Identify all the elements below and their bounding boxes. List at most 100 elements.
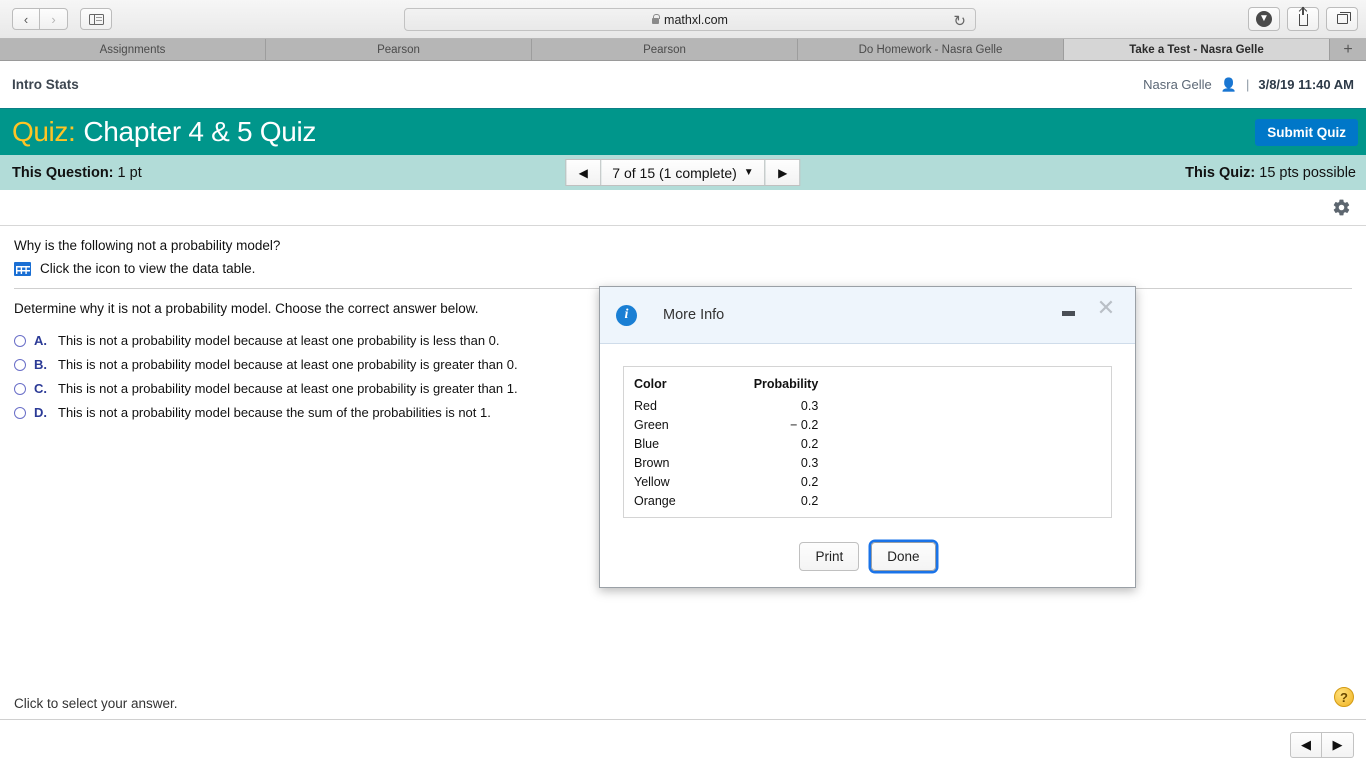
cell-probability-brown: 0.3	[800, 455, 819, 470]
quiz-title: Chapter 4 & 5 Quiz	[83, 116, 317, 147]
share-button[interactable]	[1287, 7, 1319, 31]
cell-probability-yellow: 0.2	[800, 474, 819, 489]
probability-table-container: Color Probability Red 0.3 Green − 0.2 Bl…	[623, 366, 1112, 518]
caret-down-icon: ▼	[743, 167, 754, 178]
table-row: Brown 0.3	[634, 453, 818, 472]
column-header-color: Color	[634, 377, 667, 391]
browser-tab-pearson-2[interactable]: Pearson	[532, 39, 798, 60]
quiz-status-bar: This Question: 1 pt ◀ 7 of 15 (1 complet…	[0, 155, 1366, 190]
sidebar-toggle-button[interactable]	[80, 8, 112, 30]
quiz-title-bar: Quiz: Chapter 4 & 5 Quiz Submit Quiz	[0, 108, 1366, 155]
cell-probability-green: − 0.2	[790, 417, 819, 432]
dialog-header: i More Info ✕	[600, 287, 1135, 344]
cell-color-green: Green	[634, 417, 669, 432]
browser-tab-pearson-1[interactable]: Pearson	[266, 39, 532, 60]
bottom-next-button[interactable]: ▶	[1322, 732, 1354, 758]
choice-text-d: This is not a probability model because …	[58, 405, 491, 420]
radio-button-b[interactable]	[14, 358, 26, 371]
choice-letter-d: D.	[34, 405, 47, 420]
table-header-row: Color Probability	[634, 377, 818, 396]
table-row: Yellow 0.2	[634, 472, 818, 491]
browser-tab-take-a-test[interactable]: Take a Test - Nasra Gelle	[1064, 39, 1330, 60]
print-button[interactable]: Print	[799, 541, 860, 571]
this-question-label: This Question:	[12, 164, 114, 181]
course-title: Intro Stats	[12, 77, 79, 92]
forward-button[interactable]: ›	[40, 8, 68, 30]
bottom-navigation: ◀ ▶	[1290, 732, 1354, 758]
cell-color-orange: Orange	[634, 493, 676, 508]
minimize-icon[interactable]	[1062, 311, 1075, 316]
choice-letter-a: A.	[34, 333, 47, 348]
previous-question-button[interactable]: ◀	[565, 159, 602, 186]
cell-color-yellow: Yellow	[634, 474, 670, 489]
cell-color-brown: Brown	[634, 455, 670, 470]
quiz-prefix-label: Quiz:	[12, 116, 76, 147]
question-mark-icon[interactable]: ?	[1334, 687, 1354, 707]
this-quiz-value: 15 pts possible	[1259, 164, 1356, 181]
cell-color-red: Red	[634, 398, 657, 413]
gear-icon[interactable]	[1330, 196, 1352, 218]
close-icon[interactable]: ✕	[1095, 297, 1117, 320]
this-quiz-info: This Quiz: 15 pts possible	[1185, 165, 1356, 181]
table-row: Blue 0.2	[634, 434, 818, 453]
browser-nav-group: ‹ ›	[12, 8, 68, 30]
bottom-previous-button[interactable]: ◀	[1290, 732, 1322, 758]
submit-quiz-button[interactable]: Submit Quiz	[1255, 119, 1358, 146]
cell-probability-blue: 0.2	[800, 436, 819, 451]
cell-color-blue: Blue	[634, 436, 660, 451]
person-icon: 👤	[1220, 76, 1237, 92]
choice-text-b: This is not a probability model because …	[58, 357, 518, 372]
address-bar[interactable]: mathxl.com ↻	[404, 8, 976, 31]
more-info-dialog: i More Info ✕ Color Probability Red 0.3	[599, 286, 1136, 588]
tab-strip: Assignments Pearson Pearson Do Homework …	[0, 39, 1366, 61]
user-name[interactable]: Nasra Gelle	[1143, 77, 1212, 92]
status-bar: Click to select your answer. ?	[0, 687, 1366, 720]
done-button[interactable]: Done	[871, 541, 936, 571]
radio-button-a[interactable]	[14, 334, 26, 347]
sidebar-toggle-icon	[88, 13, 104, 25]
download-icon: ▼	[1256, 11, 1272, 27]
share-icon	[1298, 7, 1308, 26]
radio-button-d[interactable]	[14, 406, 26, 419]
header-user-area: Nasra Gelle 👤 | 3/8/19 11:40 AM	[1143, 61, 1354, 108]
choice-text-c: This is not a probability model because …	[58, 381, 518, 396]
dialog-footer: Print Done	[600, 525, 1135, 587]
back-button[interactable]: ‹	[12, 8, 40, 30]
column-header-probability: Probability	[753, 377, 819, 391]
probability-table: Color Probability Red 0.3 Green − 0.2 Bl…	[634, 377, 818, 510]
show-tabs-icon	[1336, 11, 1351, 24]
page-header: Intro Stats Nasra Gelle 👤 | 3/8/19 11:40…	[0, 61, 1366, 108]
choice-letter-b: B.	[34, 357, 47, 372]
table-row: Red 0.3	[634, 396, 818, 415]
question-toolbar	[0, 190, 1366, 226]
data-table-icon[interactable]	[14, 261, 31, 276]
data-table-link-row: Click the icon to view the data table.	[14, 261, 1352, 276]
new-tab-button[interactable]: +	[1330, 39, 1366, 60]
question-selector-dropdown[interactable]: 7 of 15 (1 complete) ▼	[601, 159, 765, 186]
question-selector-label: 7 of 15 (1 complete)	[612, 164, 737, 181]
this-question-info: This Question: 1 pt	[12, 165, 142, 181]
next-question-button[interactable]: ▶	[764, 159, 801, 186]
header-datetime: 3/8/19 11:40 AM	[1258, 77, 1354, 92]
question-stem: Why is the following not a probability m…	[14, 238, 281, 253]
info-icon: i	[616, 304, 637, 326]
table-row: Green − 0.2	[634, 415, 818, 434]
browser-tab-do-homework[interactable]: Do Homework - Nasra Gelle	[798, 39, 1064, 60]
show-tabs-button[interactable]	[1326, 7, 1358, 31]
cell-probability-red: 0.3	[800, 398, 819, 413]
question-navigator: ◀ 7 of 15 (1 complete) ▼ ▶	[565, 159, 801, 186]
lock-icon	[652, 13, 660, 24]
browser-tab-assignments[interactable]: Assignments	[0, 39, 266, 60]
status-text: Click to select your answer.	[14, 695, 178, 711]
downloads-button[interactable]: ▼	[1248, 7, 1280, 31]
data-table-link-text[interactable]: Click the icon to view the data table.	[40, 261, 255, 276]
reload-icon[interactable]: ↻	[953, 12, 966, 30]
radio-button-c[interactable]	[14, 382, 26, 395]
dialog-body: Color Probability Red 0.3 Green − 0.2 Bl…	[600, 344, 1135, 518]
dialog-title: More Info	[663, 307, 725, 323]
table-row: Orange 0.2	[634, 491, 818, 510]
cell-probability-orange: 0.2	[800, 493, 819, 508]
browser-toolbar-actions: ▼	[1248, 7, 1358, 31]
url-text: mathxl.com	[664, 12, 728, 27]
header-separator: |	[1245, 77, 1250, 92]
